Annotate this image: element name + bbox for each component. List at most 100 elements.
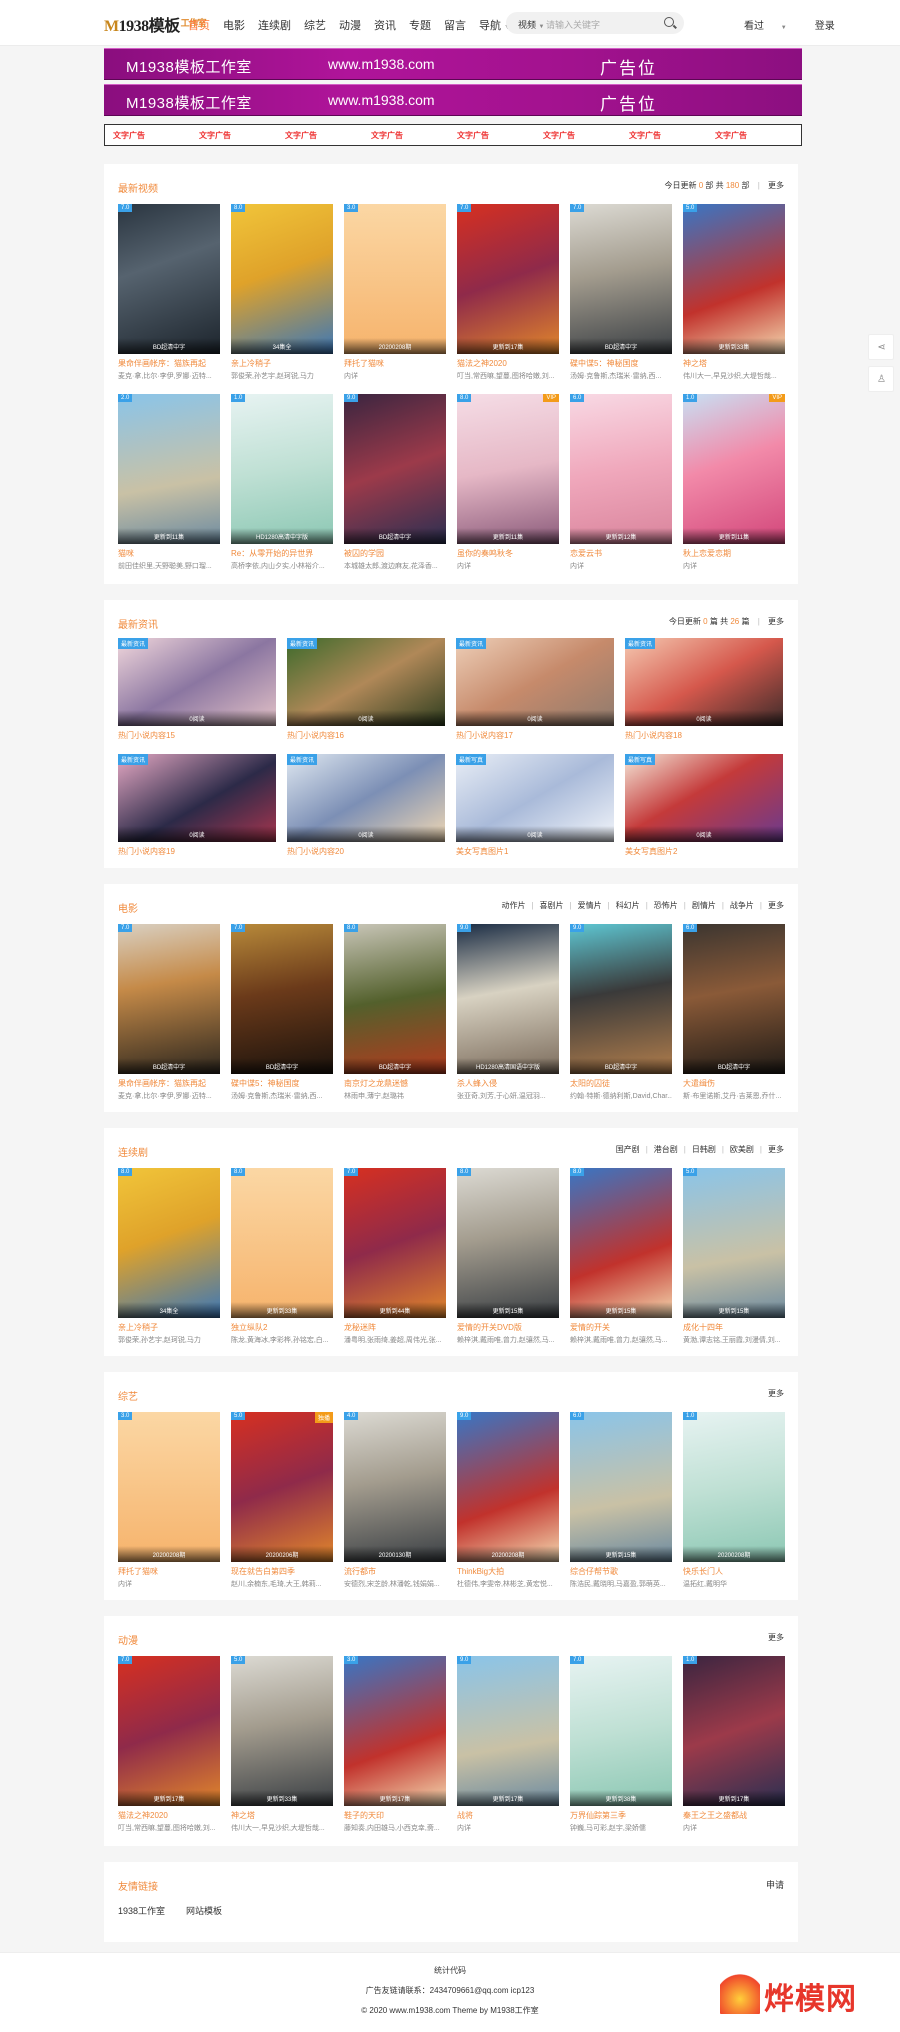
poster-image[interactable]: 6.0 更新到12集 [570,394,672,544]
item-title[interactable]: 猫咪 [118,548,220,559]
video-card[interactable]: 8.0 更新到15集 爱情的开关DVD版 赖梓淇,戴雨唯,曾力,赵骧然,马... [457,1168,559,1352]
item-title[interactable]: 拜托了猫咪 [344,358,446,369]
video-card[interactable]: 8.0 34集全 亲上冷稍子 郭俊荣,孙艺宇,赵珂锐,马力 [231,204,333,388]
video-card[interactable]: 8.0 VIP 更新到11集 虽你的奏鸣秋冬 内详 [457,394,559,578]
news-card[interactable]: 最新资讯 0阅读 热门小说内容19 [118,754,276,876]
text-ad-link[interactable]: 文字广告 [715,130,801,141]
video-card[interactable]: 7.0 更新到38集 万界仙踪第三季 钟巍,马可彩,赵宇,梁娇儒 [570,1656,672,1840]
item-title[interactable]: 万界仙踪第三季 [570,1810,672,1821]
item-title[interactable]: 猫法之神2020 [118,1810,220,1821]
poster-image[interactable]: 9.0 更新到17集 [457,1656,559,1806]
search-type-select[interactable]: 视频 ▼ [518,18,544,31]
friend-link[interactable]: 网站模板 [186,1904,222,1917]
poster-image[interactable]: 6.0 更新到15集 [570,1412,672,1562]
category-tag[interactable]: 港台剧 [654,1145,678,1154]
video-card[interactable]: 5.0 更新到15集 成化十四年 黄渤,谭志铭,王丽霞,刘漫倩,刘... [683,1168,785,1352]
poster-image[interactable]: 8.0 更新到15集 [570,1168,672,1318]
video-card[interactable]: 7.0 更新到44集 龙秘迷阵 潘粤明,张雨绮,姜超,周伟光,张... [344,1168,446,1352]
video-card[interactable]: 8.0 BD超清中字 南京灯之龙鼎迷憾 林雨申,薄宁,赵璐祎 [344,924,446,1108]
video-card[interactable]: 5.0 独播 20200206期 现在就告白第四季 赵川,余楠东,毛琦,大王,韩莉... [231,1412,333,1596]
text-ad-link[interactable]: 文字广告 [113,130,199,141]
nav-anime[interactable]: 动漫 [339,17,361,33]
search-icon[interactable] [664,17,674,27]
video-card[interactable]: 9.0 20200208期 ThinkBig大拍 杜德伟,李雯帝,林彬芝,黄宏悦... [457,1412,559,1596]
video-card[interactable]: 6.0 更新到15集 综合仔帮节歌 陈浩民,戴晓明,马嘉盈,郭萌英... [570,1412,672,1596]
item-title[interactable]: 爱情的开关DVD版 [457,1322,559,1333]
item-title[interactable]: 美女写真图片1 [456,846,614,857]
nav-home[interactable]: 首页 [188,17,210,33]
item-title[interactable]: 美女写真图片2 [625,846,783,857]
poster-image[interactable]: 8.0 更新到33集 [231,1168,333,1318]
poster-image[interactable]: 5.0 独播 20200206期 [231,1412,333,1562]
banner-ad-2[interactable]: M1938模板工作室 www.m1938.com 广告位 [104,84,802,116]
category-tag[interactable]: 恐怖片 [654,901,678,910]
poster-image[interactable]: 最新写真 0阅读 [456,754,614,842]
category-tag[interactable]: 剧情片 [692,901,716,910]
video-card[interactable]: 7.0 BD超清中字 果命伴画帐序：猫族再起 麦克·拿,比尔·李伊,罗娜·迈特... [118,204,220,388]
poster-image[interactable]: 最新资讯 0阅读 [625,638,783,726]
video-card[interactable]: 7.0 BD超清中字 碟中谍5：神秘国度 汤姆·克鲁斯,杰瑞米·雷纳,西... [570,204,672,388]
poster-image[interactable]: 9.0 20200208期 [457,1412,559,1562]
poster-image[interactable]: 8.0 更新到15集 [457,1168,559,1318]
item-title[interactable]: 碟中谍5：神秘国度 [231,1078,333,1089]
item-title[interactable]: 猫法之神2020 [457,358,559,369]
poster-image[interactable]: 9.0 HD1280高清国语中字版 [457,924,559,1074]
item-title[interactable]: 独立纵队2 [231,1322,333,1333]
text-ad-link[interactable]: 文字广告 [543,130,629,141]
poster-image[interactable]: 5.0 更新到33集 [231,1656,333,1806]
item-title[interactable]: 杀人蜂入侵 [457,1078,559,1089]
more-link[interactable]: 更多 [768,1145,784,1154]
video-card[interactable]: 7.0 BD超清中字 果命伴画帐序：猫族再起 麦克·拿,比尔·李伊,罗娜·迈特... [118,924,220,1108]
news-card[interactable]: 最新资讯 0阅读热门小说内容17 [456,638,614,760]
nav-topic[interactable]: 专题 [409,17,431,33]
item-title[interactable]: 热门小说内容16 [287,730,445,741]
poster-image[interactable]: 7.0 更新到44集 [344,1168,446,1318]
poster-image[interactable]: 最新资讯 0阅读 [287,754,445,842]
item-title[interactable]: 现在就告白第四季 [231,1566,333,1577]
poster-image[interactable]: 7.0 BD超清中字 [570,204,672,354]
item-title[interactable]: 战将 [457,1810,559,1821]
more-link[interactable]: 更多 [768,1632,784,1643]
poster-image[interactable]: 9.0 BD超清中字 [344,394,446,544]
video-card[interactable]: 7.0 更新到17集 猫法之神2020 叮当,常西嘛,望蔓,图将哈嫩,刘... [457,204,559,388]
item-title[interactable]: 果命伴画帐序：猫族再起 [118,358,220,369]
poster-image[interactable]: 最新资讯 0阅读 [287,638,445,726]
poster-image[interactable]: 6.0 BD超清中字 [683,924,785,1074]
poster-image[interactable]: 5.0 更新到15集 [683,1168,785,1318]
category-tag[interactable]: 战争片 [730,901,754,910]
poster-image[interactable]: 7.0 更新到17集 [118,1656,220,1806]
video-card[interactable]: 5.0 更新到33集 神之塔 伟川大一,早見沙织,大堤哲哉... [231,1656,333,1840]
poster-image[interactable]: 9.0 BD超清中字 [570,924,672,1074]
text-ad-link[interactable]: 文字广告 [199,130,285,141]
item-title[interactable]: 热门小说内容20 [287,846,445,857]
video-card[interactable]: 9.0 更新到17集 战将 内详 [457,1656,559,1840]
poster-image[interactable]: 最新资讯 0阅读 [456,638,614,726]
news-card[interactable]: 最新写真 0阅读 美女写真图片2 [625,754,783,876]
news-card[interactable]: 最新资讯 0阅读热门小说内容18 [625,638,783,760]
category-tag[interactable]: 动作片 [501,901,525,910]
item-title[interactable]: 亲上冷稍子 [118,1322,220,1333]
item-title[interactable]: 太阳的囚徒 [570,1078,672,1089]
item-title[interactable]: 大遣缉伤 [683,1078,785,1089]
item-title[interactable]: 鞋子的天印 [344,1810,446,1821]
item-title[interactable]: 热门小说内容18 [625,730,783,741]
item-title[interactable]: 南京灯之龙鼎迷憾 [344,1078,446,1089]
news-card[interactable]: 最新资讯 0阅读热门小说内容20 [287,754,445,876]
shirt-button[interactable]: ♙ [868,366,894,392]
video-card[interactable]: 8.0 34集全 亲上冷稍子 郭俊荣,孙艺宇,赵珂锐,马力 [118,1168,220,1352]
nav-movie[interactable]: 电影 [223,17,245,33]
friend-link[interactable]: 1938工作室 [118,1904,165,1917]
video-card[interactable]: 7.0 更新到17集 猫法之神2020 叮当,常西嘛,望蔓,图将哈嫩,刘... [118,1656,220,1840]
poster-image[interactable]: 最新资讯 0阅读 [118,754,276,842]
item-title[interactable]: Re：从零开始的异世界 [231,548,333,559]
poster-image[interactable]: 7.0 BD超清中字 [118,924,220,1074]
item-title[interactable]: 热门小说内容17 [456,730,614,741]
video-card[interactable]: 1.0 20200208期 快乐长门人 温拓红,戴明华 [683,1412,785,1596]
banner-ad-1[interactable]: M1938模板工作室 www.m1938.com 广告位 [104,48,802,80]
item-title[interactable]: ThinkBig大拍 [457,1566,559,1577]
item-title[interactable]: 被囚的学园 [344,548,446,559]
item-title[interactable]: 爱情的开关 [570,1322,672,1333]
video-card[interactable]: 8.0 更新到33集 独立纵队2 陈龙,黄海冰,李彩桦,孙铭宏,白... [231,1168,333,1352]
poster-image[interactable]: 最新资讯 0阅读 [118,638,276,726]
nav-message[interactable]: 留言 [444,17,466,33]
